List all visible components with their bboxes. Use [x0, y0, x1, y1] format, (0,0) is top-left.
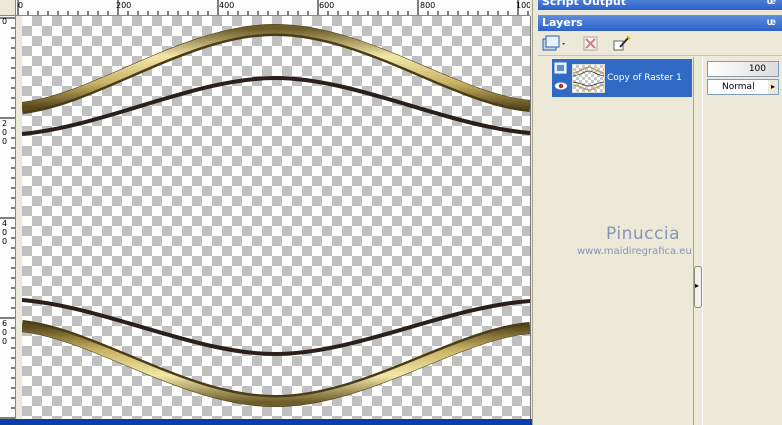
gold-wave-top-highlight: [21, 24, 530, 112]
gold-wave-bottom: [21, 320, 530, 408]
layer-type-icon: [554, 62, 567, 74]
canvas-left-gutter: [16, 16, 22, 419]
chevron-right-icon[interactable]: ▸: [768, 80, 778, 94]
watermark-url: www.maidiregrafica.eu: [577, 246, 692, 257]
ruler-left-label: 0: [2, 17, 8, 26]
layer-icon-column: [554, 61, 568, 95]
ruler-left-label: 6: [2, 319, 8, 328]
ruler-left-label: 0: [2, 337, 8, 346]
new-layer-icon[interactable]: [542, 35, 565, 53]
ruler-top-ticks: [17, 0, 529, 15]
wave-artwork: [21, 23, 530, 408]
blend-mode-value: Normal: [722, 82, 755, 92]
ruler-top-label: 400: [219, 1, 235, 10]
ruler-left-label: 0: [2, 137, 8, 146]
collapse-handle[interactable]: ▸: [694, 266, 702, 308]
panel-splitter[interactable]: [532, 0, 538, 425]
layer-thumbnail: [572, 64, 605, 93]
layers-titlebar[interactable]: Layers ᵫ: [538, 15, 782, 31]
ruler-left-ticks: [0, 17, 15, 419]
opacity-value: 100: [748, 64, 766, 74]
ruler-top-label: 200: [116, 1, 132, 10]
canvas-bottom-bar: [0, 419, 532, 425]
ruler-top-label: 600: [319, 1, 335, 10]
image-canvas[interactable]: [16, 16, 531, 419]
layer-row[interactable]: Copy of Raster 1: [552, 59, 692, 97]
collapse-arrow-icon: ▸: [695, 281, 700, 290]
layer-properties-pane: 100 Normal ▸: [702, 57, 782, 425]
visibility-eye-icon: [555, 82, 567, 90]
layers-title: Layers: [542, 16, 583, 29]
ruler-top-label: 800: [420, 1, 436, 10]
layers-toolbar: [538, 32, 782, 56]
script-output-title: Script Output: [542, 0, 627, 8]
ruler-left-label: 0: [2, 328, 8, 337]
delete-layer-icon[interactable]: [581, 35, 601, 53]
gold-wave-top: [21, 23, 530, 114]
ruler-left-label: 0: [2, 237, 8, 246]
ruler-left: 0 2 0 0 4 0 0 6 0 0: [0, 16, 16, 419]
ruler-corner: [0, 0, 16, 16]
blend-mode-select[interactable]: Normal ▸: [707, 79, 779, 95]
edit-layer-icon[interactable]: [612, 35, 632, 53]
script-output-titlebar[interactable]: Script Output ᵫ: [538, 0, 782, 10]
watermark-title: Pinuccia: [606, 224, 680, 244]
pin-icon[interactable]: ᵫ: [767, 0, 776, 10]
layer-name: Copy of Raster 1: [607, 73, 682, 83]
ruler-left-label: 2: [2, 119, 8, 128]
opacity-slider[interactable]: 100: [707, 61, 779, 77]
pin-icon[interactable]: ᵫ: [767, 15, 776, 31]
gold-wave-bottom-highlight: [21, 322, 530, 407]
ruler-left-label: 4: [2, 219, 8, 228]
ruler-top-label: 0: [18, 1, 24, 10]
ruler-left-label: 0: [2, 228, 8, 237]
ruler-left-label: 0: [2, 128, 8, 137]
ruler-top: 0 200 400 600 800 100: [16, 0, 530, 16]
ruler-top-label: 100: [516, 1, 530, 10]
